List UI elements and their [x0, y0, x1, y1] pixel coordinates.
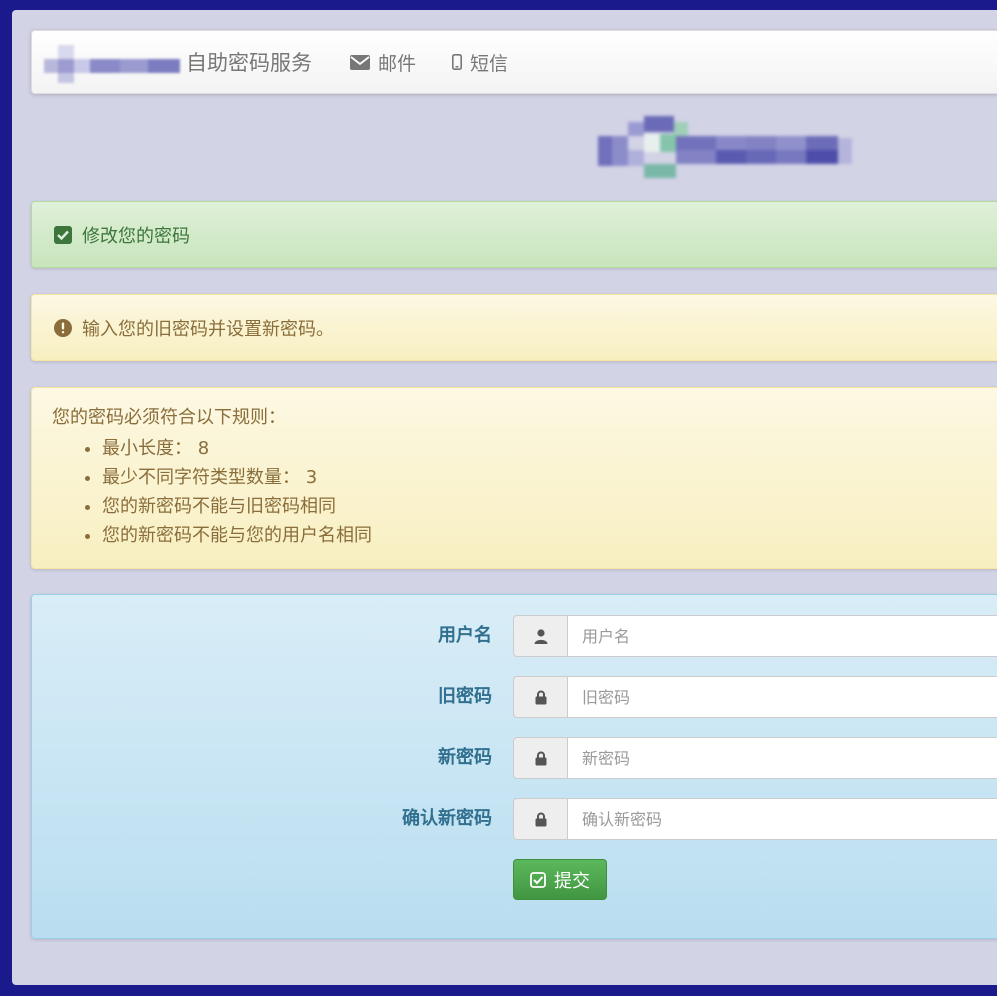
nav-email[interactable]: 邮件: [350, 49, 416, 76]
confirm-password-label: 确认新密码: [402, 808, 492, 829]
old-password-label: 旧密码: [438, 686, 492, 707]
old-password-group: [513, 676, 997, 718]
user-icon: [513, 615, 568, 657]
username-input[interactable]: [568, 615, 997, 657]
confirm-password-row: 确认新密码: [32, 798, 997, 840]
check-square-icon: [54, 225, 72, 244]
rules-title: 您的密码必须符合以下规则：: [52, 407, 286, 428]
success-alert: 修改您的密码: [31, 201, 997, 268]
exclamation-circle-icon: [54, 318, 72, 337]
old-password-input[interactable]: [568, 676, 997, 718]
brand-title: 自助密码服务: [186, 51, 312, 75]
new-password-label: 新密码: [438, 747, 492, 768]
check-square-icon: [530, 871, 546, 888]
envelope-icon: [350, 54, 370, 70]
username-row: 用户名: [32, 615, 997, 657]
lock-icon: [513, 737, 568, 779]
nav-sms-label: 短信: [470, 52, 509, 75]
new-password-input[interactable]: [568, 737, 997, 779]
page: 自助密码服务 邮件 短信 修改您的密码 输入您的旧密码并设置新密码。 您的密码必…: [12, 10, 997, 985]
mobile-icon: [452, 54, 463, 70]
old-password-row: 旧密码: [32, 676, 997, 718]
submit-button-label: 提交: [554, 870, 590, 892]
warning-alert: 输入您的旧密码并设置新密码。: [31, 294, 997, 361]
submit-button[interactable]: 提交: [513, 859, 607, 900]
username-label: 用户名: [438, 625, 492, 646]
username-group: [513, 615, 997, 657]
rule-item: 您的新密码不能与旧密码相同: [102, 492, 997, 521]
change-password-form: 用户名 旧密码 新密码: [31, 594, 997, 939]
new-password-row: 新密码: [32, 737, 997, 779]
rule-item: 您的新密码不能与您的用户名相同: [102, 521, 997, 550]
rule-item: 最小长度： 8: [102, 434, 997, 463]
confirm-password-group: [513, 798, 997, 840]
warning-alert-text: 输入您的旧密码并设置新密码。: [82, 318, 334, 340]
success-alert-text: 修改您的密码: [82, 225, 190, 247]
lock-icon: [513, 676, 568, 718]
navbar: 自助密码服务 邮件 短信: [31, 30, 997, 94]
confirm-password-input[interactable]: [568, 798, 997, 840]
password-rules: 您的密码必须符合以下规则： 最小长度： 8 最少不同字符类型数量： 3 您的新密…: [31, 387, 997, 569]
lock-icon: [513, 798, 568, 840]
logo: [44, 41, 180, 83]
rule-item: 最少不同字符类型数量： 3: [102, 463, 997, 492]
rules-list: 最小长度： 8 最少不同字符类型数量： 3 您的新密码不能与旧密码相同 您的新密…: [52, 434, 997, 550]
banner-logo: [598, 116, 854, 178]
nav-sms[interactable]: 短信: [452, 49, 508, 76]
nav-email-label: 邮件: [378, 52, 417, 75]
new-password-group: [513, 737, 997, 779]
